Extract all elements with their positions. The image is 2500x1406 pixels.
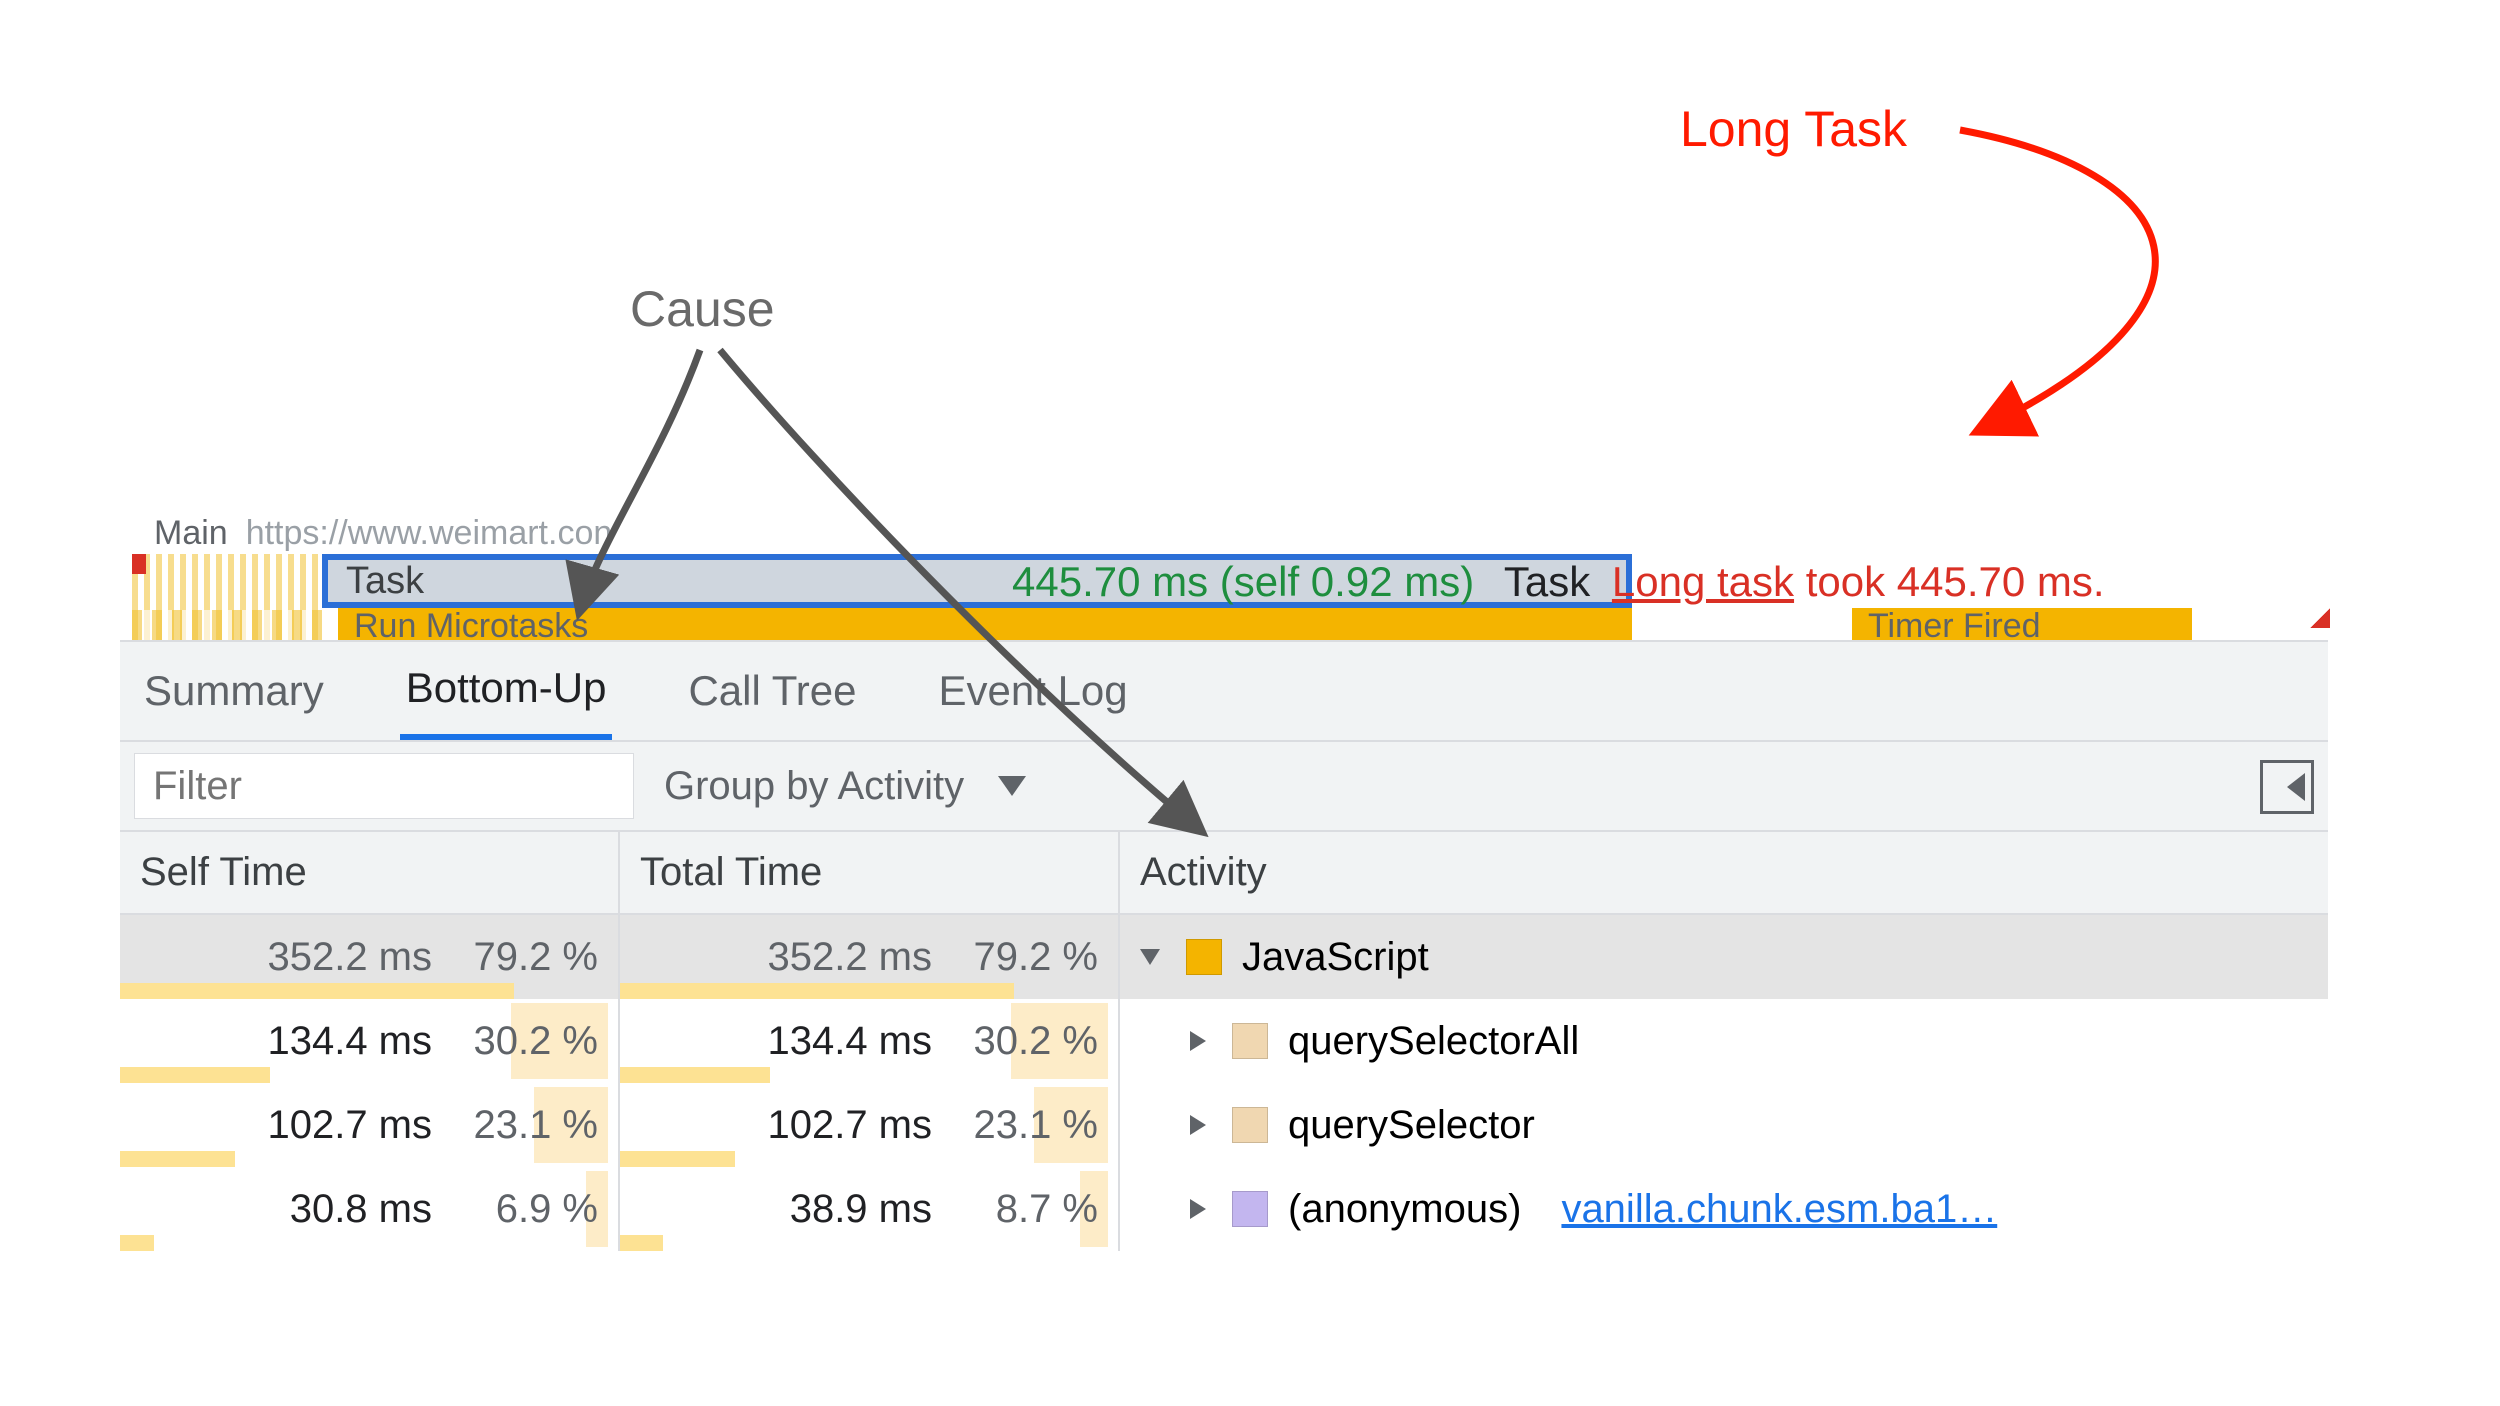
table-header: Self Time Total Time Activity [120,832,2328,915]
flame-task-label: Task [346,560,424,603]
chevron-down-icon[interactable] [1140,949,1160,965]
col-activity[interactable]: Activity [1120,832,2328,913]
activity-cell: querySelectorAll [1120,999,2328,1083]
activity-label: querySelector [1288,1103,1535,1148]
flame-barcodes-2 [132,610,322,640]
total-time-ms: 352.2 ms [767,935,932,980]
self-time-pct: 6.9 % [448,1187,598,1232]
activity-label: querySelectorAll [1288,1019,1579,1064]
flame-tooltip-self: (self 0.92 ms) [1220,558,1474,605]
total-time-pct: 79.2 % [948,935,1098,980]
activity-swatch [1232,1191,1268,1227]
total-time-cell: 352.2 ms 79.2 % [620,915,1120,999]
flame-warning-marker-right [2310,608,2330,628]
table-row[interactable]: 30.8 ms 6.9 % 38.9 ms 8.7 % (anonymous) vani… [120,1167,2328,1251]
col-total-time[interactable]: Total Time [620,832,1120,913]
tab-bottom-up[interactable]: Bottom-Up [400,642,613,740]
self-time-ms: 102.7 ms [267,1103,432,1148]
toggle-sidebar-icon[interactable] [2260,760,2314,814]
total-time-ms: 38.9 ms [790,1187,932,1232]
total-time-cell: 38.9 ms 8.7 % [620,1167,1120,1251]
self-time-cell: 30.8 ms 6.9 % [120,1167,620,1251]
self-time-pct: 23.1 % [448,1103,598,1148]
chevron-right-icon[interactable] [1190,1199,1206,1219]
self-time-ms: 134.4 ms [267,1019,432,1064]
details-tabbar: Summary Bottom-Up Call Tree Event Log [120,640,2328,742]
table-row[interactable]: 134.4 ms 30.2 % 134.4 ms 30.2 % querySelecto… [120,999,2328,1083]
table-row[interactable]: 352.2 ms 79.2 % 352.2 ms 79.2 % JavaScript [120,915,2328,999]
tab-call-tree[interactable]: Call Tree [682,642,862,740]
activity-source-link[interactable]: vanilla.chunk.esm.ba1… [1561,1187,1997,1232]
total-time-cell: 102.7 ms 23.1 % [620,1083,1120,1167]
total-time-cell: 134.4 ms 30.2 % [620,999,1120,1083]
table-row[interactable]: 102.7 ms 23.1 % 102.7 ms 23.1 % querySelecto… [120,1083,2328,1167]
self-time-cell: 134.4 ms 30.2 % [120,999,620,1083]
self-time-cell: 352.2 ms 79.2 % [120,915,620,999]
total-time-ms: 134.4 ms [767,1019,932,1064]
bottom-up-table: Self Time Total Time Activity 352.2 ms 79… [120,832,2328,1251]
flame-tooltip-long-link[interactable]: Long task [1612,558,1794,605]
annotation-long-task: Long Task [1680,100,1907,158]
annotation-cause: Cause [630,280,775,338]
tab-event-log[interactable]: Event Log [933,642,1134,740]
total-time-pct: 23.1 % [948,1103,1098,1148]
self-time-pct: 30.2 % [448,1019,598,1064]
activity-cell: (anonymous) vanilla.chunk.esm.ba1… [1120,1167,2328,1251]
chevron-right-icon[interactable] [1190,1031,1206,1051]
filter-input[interactable] [134,753,634,819]
activity-swatch [1232,1023,1268,1059]
flame-tooltip-duration: 445.70 ms [1012,558,1208,605]
activity-swatch [1232,1107,1268,1143]
activity-label: (anonymous) [1288,1187,1521,1232]
activity-swatch [1186,939,1222,975]
total-time-pct: 8.7 % [948,1187,1098,1232]
group-by-label: Group by Activity [664,764,964,809]
filter-bar: Group by Activity [120,742,2328,832]
flame-tooltip-task: Task [1504,558,1590,605]
self-time-ms: 30.8 ms [290,1187,432,1232]
total-time-pct: 30.2 % [948,1019,1098,1064]
activity-cell: querySelector [1120,1083,2328,1167]
self-time-cell: 102.7 ms 23.1 % [120,1083,620,1167]
col-self-time[interactable]: Self Time [120,832,620,913]
activity-cell: JavaScript [1120,915,2328,999]
chevron-down-icon [998,776,1026,796]
flame-tooltip: 445.70 ms (self 0.92 ms) Task Long task … [1012,558,2105,606]
self-time-pct: 79.2 % [448,935,598,980]
flame-timer-bar[interactable]: Timer Fired [1852,608,2192,644]
flame-track-label: Main [154,514,228,553]
group-by-dropdown[interactable]: Group by Activity [664,764,1026,809]
flame-tooltip-long: Long task took 445.70 ms. [1612,558,2105,605]
flame-track-url: https://www.weimart.con [246,514,613,553]
chevron-right-icon[interactable] [1190,1115,1206,1135]
activity-label: JavaScript [1242,935,1429,980]
flame-graph-strip: Main https://www.weimart.con Task 445.70… [132,512,2330,642]
flame-warning-marker-left [132,554,146,574]
flame-track-header: Main https://www.weimart.con [132,512,2330,554]
flame-microtasks-bar[interactable]: Run Microtasks [338,608,1632,644]
self-time-ms: 352.2 ms [267,935,432,980]
tab-summary[interactable]: Summary [138,642,330,740]
total-time-ms: 102.7 ms [767,1103,932,1148]
